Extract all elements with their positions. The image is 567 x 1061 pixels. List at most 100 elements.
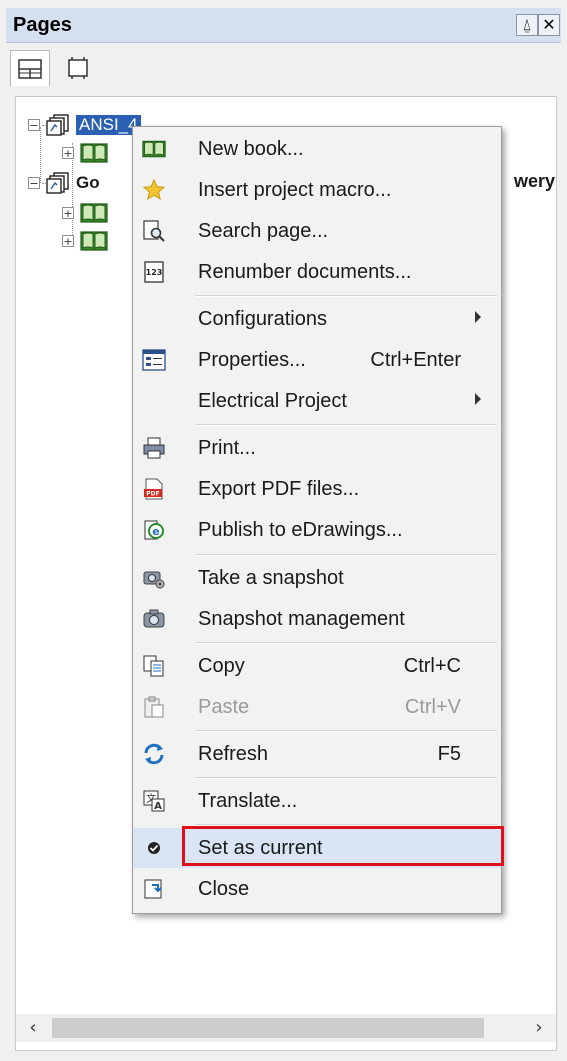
menu-item-label: Renumber documents... xyxy=(198,261,412,283)
printer-icon xyxy=(141,435,167,461)
expand-toggle[interactable]: + xyxy=(62,235,74,247)
menu-item-label: Translate... xyxy=(198,790,298,812)
tree-node-book[interactable]: + xyxy=(62,227,108,255)
menu-item-electrical-project[interactable]: Electrical Project xyxy=(133,381,501,421)
menu-item-configurations[interactable]: Configurations xyxy=(133,299,501,339)
menu-item-label: Configurations xyxy=(198,308,327,330)
svg-text:PDF: PDF xyxy=(146,491,159,498)
panel-titlebar: Pages ⍙ ✕ xyxy=(6,8,561,43)
menu-item-print[interactable]: Print... xyxy=(133,428,501,468)
svg-text:123: 123 xyxy=(146,268,163,277)
project-icon xyxy=(46,172,69,194)
panel-title: Pages xyxy=(13,14,72,36)
menu-item-close[interactable]: Close xyxy=(133,869,501,909)
close-panel-button[interactable]: ✕ xyxy=(538,14,560,36)
tree-node-book[interactable]: + xyxy=(62,199,108,227)
menu-item-shortcut: Ctrl+Enter xyxy=(370,349,461,371)
menu-item-properties[interactable]: Properties... Ctrl+Enter xyxy=(133,340,501,380)
menu-icon-slot xyxy=(141,306,167,332)
submenu-arrow-icon xyxy=(475,393,481,405)
svg-text:e: e xyxy=(152,525,159,538)
menu-separator xyxy=(195,642,497,644)
collapse-toggle[interactable]: − xyxy=(28,177,40,189)
menu-item-shortcut: F5 xyxy=(437,743,461,765)
menu-item-label: Take a snapshot xyxy=(198,567,344,589)
tab-pages[interactable] xyxy=(10,50,50,86)
menu-separator xyxy=(195,295,497,297)
menu-item-label: Snapshot management xyxy=(198,608,405,630)
menu-item-refresh[interactable]: Refresh F5 xyxy=(133,734,501,774)
edrawings-icon: e xyxy=(141,517,167,543)
menu-item-shortcut: Ctrl+V xyxy=(404,696,461,718)
menu-separator xyxy=(195,554,497,556)
expand-toggle[interactable]: + xyxy=(62,147,74,159)
scroll-thumb[interactable] xyxy=(52,1018,484,1038)
tree-node-project-2[interactable]: − Go xyxy=(28,169,100,197)
menu-item-label: Paste xyxy=(198,696,250,718)
paste-icon xyxy=(141,694,167,720)
menu-item-label: Insert project macro... xyxy=(198,179,392,201)
menu-item-label: Electrical Project xyxy=(198,390,347,412)
menu-item-search-page[interactable]: Search page... xyxy=(133,211,501,251)
menu-item-publish-to-edrawings[interactable]: e Publish to eDrawings... xyxy=(133,510,501,550)
camera-icon xyxy=(141,606,167,632)
expand-toggle[interactable]: + xyxy=(62,207,74,219)
check-icon xyxy=(141,835,167,861)
frame-icon xyxy=(68,57,88,79)
menu-separator xyxy=(195,777,497,779)
menu-separator xyxy=(195,730,497,732)
collapse-toggle[interactable]: − xyxy=(28,119,40,131)
pin-button[interactable]: ⍙ xyxy=(516,14,538,36)
menu-item-new-book[interactable]: New book... xyxy=(133,129,501,169)
menu-item-label: Properties... xyxy=(198,349,306,371)
menu-item-insert-project-macro[interactable]: Insert project macro... xyxy=(133,170,501,210)
menu-item-renumber-documents[interactable]: 123 Renumber documents... xyxy=(133,252,501,292)
highlight-annotation xyxy=(182,826,504,866)
menu-item-label: New book... xyxy=(198,138,304,160)
context-menu: New book... Insert project macro... Search… xyxy=(132,126,502,914)
translate-icon: 文A xyxy=(141,788,167,814)
snapshot-icon xyxy=(141,565,167,591)
tab-frames[interactable] xyxy=(58,50,98,86)
menu-item-export-pdf-files[interactable]: PDF Export PDF files... xyxy=(133,469,501,509)
menu-item-take-a-snapshot[interactable]: Take a snapshot xyxy=(133,558,501,598)
menu-item-label: Print... xyxy=(198,437,256,459)
search-page-icon xyxy=(141,218,167,244)
project-label[interactable]: ANSI_4 xyxy=(76,115,141,135)
pdf-icon: PDF xyxy=(141,476,167,502)
copy-icon xyxy=(141,653,167,679)
menu-item-label: Copy xyxy=(198,655,245,677)
book-icon xyxy=(141,136,167,162)
menu-item-paste[interactable]: Paste Ctrl+V xyxy=(133,687,501,727)
tree-node-book[interactable]: + xyxy=(62,139,108,167)
menu-item-label: Search page... xyxy=(198,220,329,242)
project-label-tail: wery xyxy=(514,171,556,191)
refresh-icon xyxy=(141,741,167,767)
book-icon xyxy=(80,143,108,163)
menu-item-label: Export PDF files... xyxy=(198,478,360,500)
properties-icon xyxy=(141,347,167,373)
menu-separator xyxy=(195,424,497,426)
menu-item-label: Close xyxy=(198,878,250,900)
tree-node-project-1[interactable]: − ANSI_4 xyxy=(28,111,141,139)
panel-tabstrip xyxy=(6,44,561,92)
project-icon xyxy=(46,114,69,136)
page-layout-icon xyxy=(18,58,42,79)
book-icon xyxy=(80,231,108,251)
submenu-arrow-icon xyxy=(475,311,481,323)
renumber-icon: 123 xyxy=(141,259,167,285)
svg-text:A: A xyxy=(154,801,162,812)
menu-item-snapshot-management[interactable]: Snapshot management xyxy=(133,599,501,639)
menu-item-copy[interactable]: Copy Ctrl+C xyxy=(133,646,501,686)
scroll-right-arrow-icon[interactable]: › xyxy=(526,1016,552,1040)
close-project-icon xyxy=(141,876,167,902)
menu-item-shortcut: Ctrl+C xyxy=(403,655,461,677)
menu-item-translate[interactable]: 文 A Translate... xyxy=(133,781,501,821)
scroll-left-arrow-icon[interactable]: ‹ xyxy=(20,1016,46,1040)
project-label[interactable]: Go xyxy=(76,173,100,193)
menu-icon-slot xyxy=(141,388,167,414)
star-icon xyxy=(141,177,167,203)
menu-item-label: Refresh xyxy=(198,743,269,765)
horizontal-scrollbar[interactable]: ‹ › xyxy=(16,1014,556,1042)
book-icon xyxy=(80,203,108,223)
